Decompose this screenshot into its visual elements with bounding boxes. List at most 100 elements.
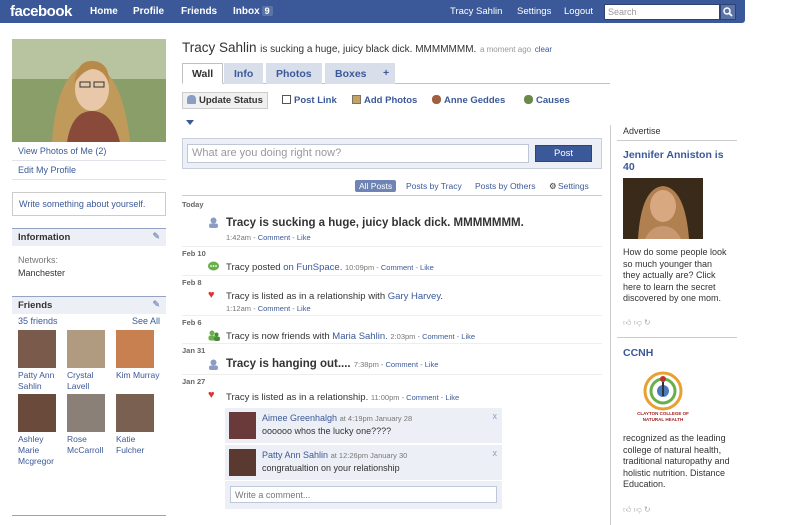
like-link[interactable]: Like: [420, 263, 434, 272]
view-photos-link[interactable]: View Photos of Me (2): [12, 142, 166, 161]
information-title: Information: [18, 232, 71, 243]
nav-logout[interactable]: Logout: [564, 6, 593, 17]
close-icon[interactable]: x: [493, 411, 498, 421]
advertise-link[interactable]: Advertise: [623, 126, 661, 138]
filter-settings[interactable]: Settings: [558, 181, 589, 191]
photo-icon: [352, 95, 361, 104]
causes-icon: [524, 95, 533, 104]
comment-link[interactable]: Comment: [406, 393, 439, 402]
feed-item: Tracy is sucking a huge, juicy black dic…: [226, 217, 524, 229]
friend-tile[interactable]: Kim Murray: [116, 330, 160, 381]
gary-harvey-link[interactable]: Gary Harvey: [388, 291, 441, 302]
friends-count[interactable]: 35 friends: [18, 316, 58, 326]
friend-name[interactable]: Patty Ann Sahlin: [18, 370, 54, 391]
ad-title[interactable]: CCNH: [623, 347, 653, 359]
funspace-link[interactable]: on FunSpace.: [283, 262, 342, 273]
anne-geddes-button[interactable]: Anne Geddes: [432, 95, 505, 106]
link-icon: [282, 95, 291, 104]
friend-name[interactable]: Ashley Marie Mcgregor: [18, 434, 54, 466]
comment-link[interactable]: Comment: [422, 332, 455, 341]
left-column: View Photos of Me (2) Edit My Profile Wr…: [12, 39, 166, 468]
thumbs-up-icon[interactable]: 👍︎ 👎︎ ↻: [623, 505, 651, 515]
comment-author[interactable]: Aimee Greenhalgh: [262, 413, 337, 423]
profile-header: Tracy Sahlin is sucking a huge, juicy bl…: [182, 40, 552, 55]
friend-tile[interactable]: Ashley Marie Mcgregor: [18, 394, 62, 467]
comment-link[interactable]: Comment: [258, 304, 291, 313]
chevron-down-icon[interactable]: [186, 120, 194, 125]
comment-body: Patty Ann Sahlin at 12:26pm January 30 co…: [262, 449, 407, 474]
pencil-icon[interactable]: ✎: [152, 231, 160, 242]
tab-info[interactable]: Info: [224, 63, 264, 84]
nav-profile[interactable]: Profile: [133, 6, 164, 17]
nav-friends[interactable]: Friends: [181, 6, 217, 17]
friend-name[interactable]: Katie Fulcher: [116, 434, 144, 455]
like-link[interactable]: Like: [445, 393, 459, 402]
maria-sahlin-link[interactable]: Maria Sahlin.: [332, 331, 387, 342]
tab-photos[interactable]: Photos: [266, 63, 322, 84]
friend-tile[interactable]: Crystal Lavell: [67, 330, 111, 392]
causes-button[interactable]: Causes: [524, 95, 570, 106]
tab-add[interactable]: +: [377, 63, 396, 84]
facebook-logo[interactable]: facebook: [10, 3, 72, 20]
comment-link[interactable]: Comment: [386, 360, 419, 369]
avatar[interactable]: [229, 412, 256, 439]
divider: [182, 343, 602, 344]
like-link[interactable]: Like: [297, 233, 311, 242]
write-comment-input[interactable]: Write a comment...: [230, 486, 497, 503]
add-photos-button[interactable]: Add Photos: [352, 95, 417, 106]
like-link[interactable]: Like: [297, 304, 311, 313]
nav-user-name[interactable]: Tracy Sahlin: [450, 6, 502, 17]
friend-avatar[interactable]: [18, 394, 56, 432]
like-link[interactable]: Like: [425, 360, 439, 369]
pencil-icon[interactable]: ✎: [152, 299, 160, 310]
see-all-friends-link[interactable]: See All: [132, 316, 160, 326]
status-input[interactable]: What are you doing right now?: [187, 144, 529, 163]
ad-text[interactable]: recognized as the leading college of nat…: [623, 433, 733, 491]
nav-home[interactable]: Home: [90, 6, 118, 17]
add-photos-label: Add Photos: [364, 95, 418, 106]
tab-wall[interactable]: Wall: [182, 63, 224, 84]
write-about-box[interactable]: Write something about yourself.: [12, 192, 166, 216]
post-link-button[interactable]: Post Link: [282, 95, 337, 106]
friend-avatar[interactable]: [67, 394, 105, 432]
comment-link[interactable]: Comment: [258, 233, 291, 242]
close-icon[interactable]: x: [493, 448, 498, 458]
friend-name[interactable]: Rose McCarroll: [67, 434, 103, 455]
friend-tile[interactable]: Patty Ann Sahlin: [18, 330, 62, 392]
search-input[interactable]: Search: [604, 4, 720, 20]
tab-boxes[interactable]: Boxes: [325, 63, 377, 84]
avatar[interactable]: [229, 449, 256, 476]
comment-author[interactable]: Patty Ann Sahlin: [262, 450, 328, 460]
ad-image[interactable]: [623, 178, 703, 239]
friend-avatar[interactable]: [67, 330, 105, 368]
friend-name[interactable]: Crystal Lavell: [67, 370, 93, 391]
feed-item-text: Tracy posted: [226, 262, 281, 273]
information-header: Information ✎: [12, 228, 166, 246]
update-status-button[interactable]: Update Status: [182, 92, 268, 109]
filter-posts-by-others[interactable]: Posts by Others: [475, 181, 535, 191]
friend-tile[interactable]: Katie Fulcher: [116, 394, 160, 456]
publisher-bar: Update Status Post Link Add Photos Anne …: [182, 92, 602, 112]
nav-settings[interactable]: Settings: [517, 6, 551, 17]
gear-icon[interactable]: ⚙: [549, 181, 557, 192]
edit-profile-link[interactable]: Edit My Profile: [12, 161, 166, 180]
post-button[interactable]: Post: [535, 145, 592, 162]
filter-posts-by-tracy[interactable]: Posts by Tracy: [406, 181, 462, 191]
friend-avatar[interactable]: [116, 330, 154, 368]
friend-tile[interactable]: Rose McCarroll: [67, 394, 111, 456]
thumbs-up-icon[interactable]: 👍︎ 👎︎ ↻: [623, 318, 651, 328]
filter-all-posts[interactable]: All Posts: [355, 180, 397, 192]
nav-inbox[interactable]: Inbox 9: [233, 6, 273, 17]
friend-avatar[interactable]: [116, 394, 154, 432]
friend-avatar[interactable]: [18, 330, 56, 368]
feed-date: Feb 6: [182, 318, 202, 327]
comment-link[interactable]: Comment: [381, 263, 414, 272]
ad-text[interactable]: How do some people look so much younger …: [623, 247, 731, 305]
clear-status-link[interactable]: clear: [535, 45, 552, 54]
friend-name[interactable]: Kim Murray: [116, 370, 159, 380]
search-button[interactable]: [720, 4, 736, 20]
ccnh-logo[interactable]: CLAYTON COLLEGE OF NATURAL HEALTH: [631, 367, 695, 431]
ad-title[interactable]: Jennifer Anniston is 40: [623, 149, 733, 173]
profile-picture[interactable]: [12, 39, 166, 142]
like-link[interactable]: Like: [461, 332, 475, 341]
